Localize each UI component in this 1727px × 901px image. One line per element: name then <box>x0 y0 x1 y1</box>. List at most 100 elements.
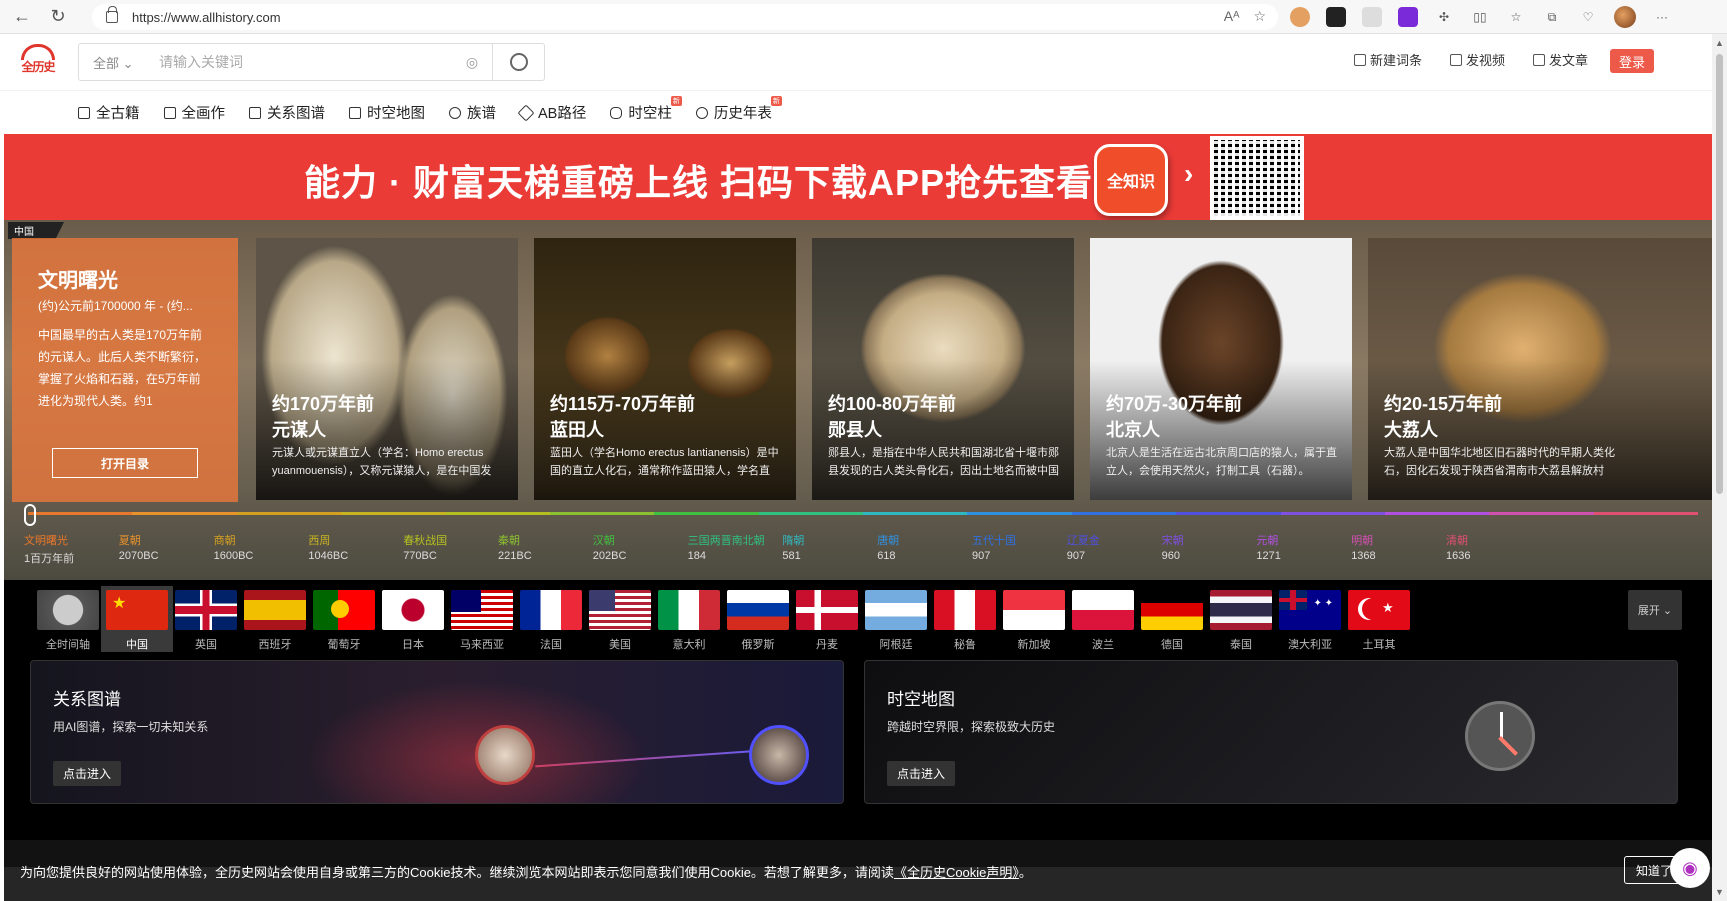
favorites-icon[interactable]: ☆ <box>1506 7 1526 27</box>
country-china[interactable]: ★ 中国 <box>101 586 173 652</box>
event-card[interactable]: 约100-80万年前 郧县人 郧县人，是指在中华人民共和国湖北省十堰市郧县发现的… <box>812 238 1074 500</box>
country-usa[interactable]: 美国 <box>584 586 656 652</box>
event-card[interactable]: 约70万-30万年前 北京人 北京人是生活在远古北京周口店的猿人，属于直立人，会… <box>1090 238 1352 500</box>
timeline-segment <box>445 512 550 515</box>
post-article-button[interactable]: 发文章 <box>1532 50 1588 69</box>
country-germany[interactable]: 德国 <box>1136 586 1208 652</box>
nav-item-spacetime-pillar[interactable]: 时空柱新 <box>610 96 682 123</box>
nav-item-ab-path[interactable]: AB路径 <box>517 102 586 123</box>
extension-icon[interactable] <box>1362 7 1382 27</box>
timeline-era[interactable]: 辽夏金 907 <box>1067 532 1100 562</box>
scroll-down-icon[interactable]: ▼ <box>1715 887 1724 897</box>
country-singapore[interactable]: 新加坡 <box>998 586 1070 652</box>
extension-icon[interactable] <box>1398 7 1418 27</box>
timeline-era[interactable]: 汉朝 202BC <box>593 532 627 562</box>
new-entry-button[interactable]: 新建词条 <box>1353 50 1422 69</box>
timeline-segment <box>863 512 968 515</box>
timeline-era[interactable]: 文明曙光 1百万年前 <box>24 532 74 566</box>
timeline-era[interactable]: 五代十国 907 <box>972 532 1016 562</box>
country-italy[interactable]: 意大利 <box>653 586 725 652</box>
scroll-up-icon[interactable]: ▲ <box>1715 38 1724 48</box>
new-badge: 新 <box>670 96 682 106</box>
event-card[interactable]: 约115万-70万年前 蓝田人 蓝田人（学名Homo erectus lanti… <box>534 238 796 500</box>
search-scope-select[interactable]: 全部 ⌄ <box>79 53 149 72</box>
search-button[interactable] <box>492 44 544 80</box>
puzzle-icon[interactable]: ✣ <box>1434 7 1454 27</box>
enter-button[interactable]: 点击进入 <box>53 761 122 786</box>
site-logo[interactable]: 全历史 <box>18 44 58 80</box>
nav-item-paintings[interactable]: 全画作 <box>163 102 225 123</box>
country-turkey[interactable]: ★ 土耳其 <box>1343 586 1415 652</box>
nav-item-ancient-books[interactable]: 全古籍 <box>78 102 140 123</box>
era-name: 明朝 <box>1351 535 1374 547</box>
timeline-era[interactable]: 元朝 1271 <box>1256 532 1280 562</box>
country-france[interactable]: 法国 <box>515 586 587 652</box>
extension-icon[interactable] <box>1326 7 1346 27</box>
france-flag-icon <box>520 590 582 630</box>
feature-subtitle: 用AI图谱，探索一切未知关系 <box>53 720 209 734</box>
timeline-era[interactable]: 三国两晋南北朝 184 <box>688 532 765 562</box>
cookie-policy-link[interactable]: 《全历史Cookie声明》 <box>894 865 1019 880</box>
timeline-era[interactable]: 宋朝 960 <box>1162 532 1184 562</box>
timeline-era[interactable]: 商朝 1600BC <box>214 532 254 562</box>
country-australia[interactable]: ✦ ✦ 澳大利亚 <box>1274 586 1346 652</box>
timeline-era[interactable]: 隋朝 581 <box>782 532 804 562</box>
timeline-era[interactable]: 夏朝 2070BC <box>119 532 159 562</box>
country-russia[interactable]: 俄罗斯 <box>722 586 794 652</box>
country-japan[interactable]: 日本 <box>377 586 449 652</box>
spacetime-map-card[interactable]: 时空地图 跨越时空界限，探索极致大历史 点击进入 <box>864 660 1678 804</box>
country-all-timeline[interactable]: 全时间轴 <box>32 586 104 652</box>
extension-icon[interactable] <box>1290 7 1310 27</box>
timeline-era[interactable]: 唐朝 618 <box>877 532 899 562</box>
back-icon[interactable]: ← <box>8 3 36 31</box>
timeline-slider-handle[interactable] <box>24 504 36 526</box>
expand-countries-button[interactable]: 展开 ⌄ <box>1628 590 1682 630</box>
event-card[interactable]: 约20-15万年前 大荔人 大荔人是中国华北地区旧石器时代的早期人类化石，因化石… <box>1368 238 1712 500</box>
event-card[interactable]: 约170万年前 元谋人 元谋人或元谋直立人（学名：Homo erectus yu… <box>256 238 518 500</box>
timeline-era[interactable]: 西周 1046BC <box>308 532 348 562</box>
country-uk[interactable]: 英国 <box>170 586 242 652</box>
spain-flag-icon <box>244 590 306 630</box>
country-malaysia[interactable]: 马来西亚 <box>446 586 518 652</box>
era-date: 1046BC <box>308 550 349 562</box>
timeline-era[interactable]: 春秋战国 770BC <box>403 532 447 562</box>
page-scrollbar[interactable]: ▲ ▼ <box>1712 34 1727 901</box>
profile-avatar[interactable] <box>1614 6 1636 28</box>
enter-button[interactable]: 点击进入 <box>887 761 956 786</box>
nav-item-relation-graph[interactable]: 关系图谱 <box>249 102 325 123</box>
favorite-star-icon[interactable]: ☆ <box>1253 8 1266 25</box>
scrollbar-thumb[interactable] <box>1716 54 1723 494</box>
timeline-era[interactable]: 清朝 1636 <box>1446 532 1470 562</box>
more-menu-icon[interactable]: ··· <box>1652 7 1672 27</box>
relation-graph-card[interactable]: 关系图谱 用AI图谱，探索一切未知关系 点击进入 <box>30 660 844 804</box>
country-poland[interactable]: 波兰 <box>1067 586 1139 652</box>
app-download-banner[interactable]: 能力 · 财富天梯重磅上线 扫码下载APP抢先查看 全知识 › <box>4 134 1712 220</box>
assistant-icon[interactable]: ◉ <box>1670 848 1710 888</box>
camera-icon[interactable]: ◎ <box>452 54 492 71</box>
country-peru[interactable]: 秘鲁 <box>929 586 1001 652</box>
era-name: 文明曙光 <box>24 535 68 547</box>
collections-icon[interactable]: ⧉ <box>1542 7 1562 27</box>
country-thailand[interactable]: 泰国 <box>1205 586 1277 652</box>
timeline-era[interactable]: 秦朝 221BC <box>498 532 532 562</box>
search-input[interactable]: 请输入关键词 <box>149 52 452 72</box>
country-portugal[interactable]: 葡萄牙 <box>308 586 380 652</box>
login-button[interactable]: 登录 <box>1610 49 1654 73</box>
open-catalog-button[interactable]: 打开目录 <box>52 448 198 478</box>
nav-item-history-chronology[interactable]: 历史年表新 <box>695 96 782 123</box>
address-bar[interactable]: https://www.allhistory.com Aᴬ ☆ <box>92 4 1278 30</box>
timeline-segment <box>1176 512 1281 515</box>
read-aloud-icon[interactable]: Aᴬ <box>1224 8 1240 25</box>
malaysia-flag-icon <box>451 590 513 630</box>
country-argentina[interactable]: 阿根廷 <box>860 586 932 652</box>
post-video-button[interactable]: 发视频 <box>1449 50 1505 69</box>
reload-icon[interactable]: ↻ <box>44 3 72 31</box>
nav-item-genealogy[interactable]: 族谱 <box>449 102 496 123</box>
nav-item-spacetime-map[interactable]: 时空地图 <box>349 102 425 123</box>
country-spain[interactable]: 西班牙 <box>239 586 311 652</box>
timeline-era[interactable]: 明朝 1368 <box>1351 532 1375 562</box>
split-screen-icon[interactable]: ▯▯ <box>1470 7 1490 27</box>
era-description: 中国最早的古人类是170万年前的元谋人。此后人类不断繁衍，掌握了火焰和石器，在5… <box>38 328 207 408</box>
country-denmark[interactable]: 丹麦 <box>791 586 863 652</box>
performance-icon[interactable]: ♡ <box>1578 7 1598 27</box>
